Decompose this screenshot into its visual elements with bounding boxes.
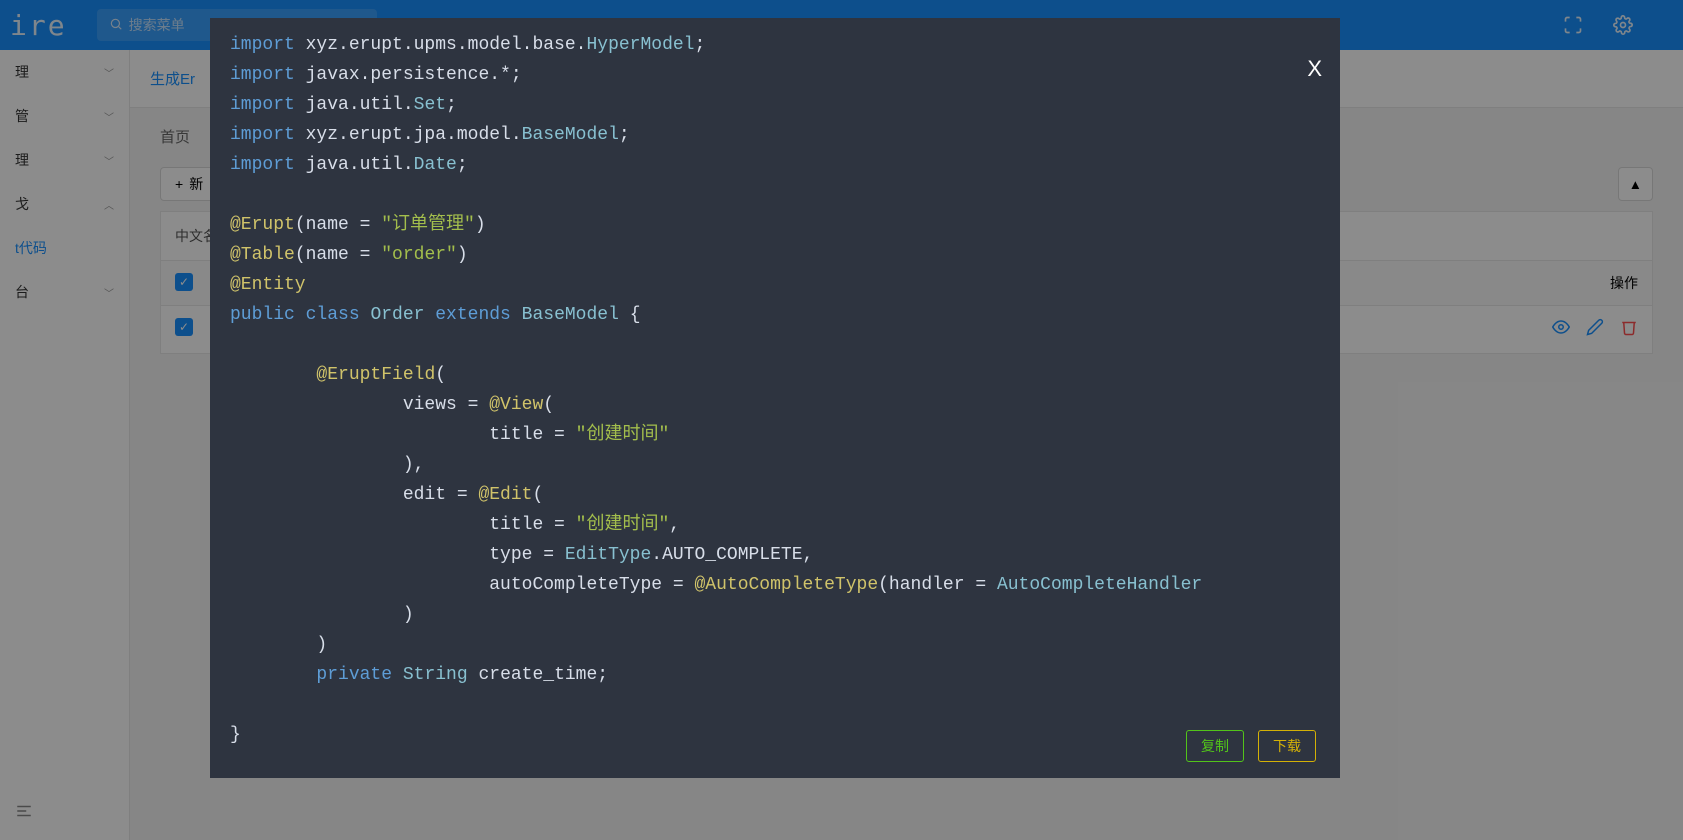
copy-button[interactable]: 复制 xyxy=(1186,730,1244,762)
code-scroll[interactable]: import xyz.erupt.upms.model.base.HyperMo… xyxy=(210,18,1340,778)
close-icon[interactable]: X xyxy=(1307,56,1322,82)
download-button[interactable]: 下载 xyxy=(1258,730,1316,762)
code-preview-modal: X import xyz.erupt.upms.model.base.Hyper… xyxy=(210,18,1340,778)
modal-footer: 复制 下载 xyxy=(1186,730,1316,762)
code-content: import xyz.erupt.upms.model.base.HyperMo… xyxy=(230,30,1320,750)
